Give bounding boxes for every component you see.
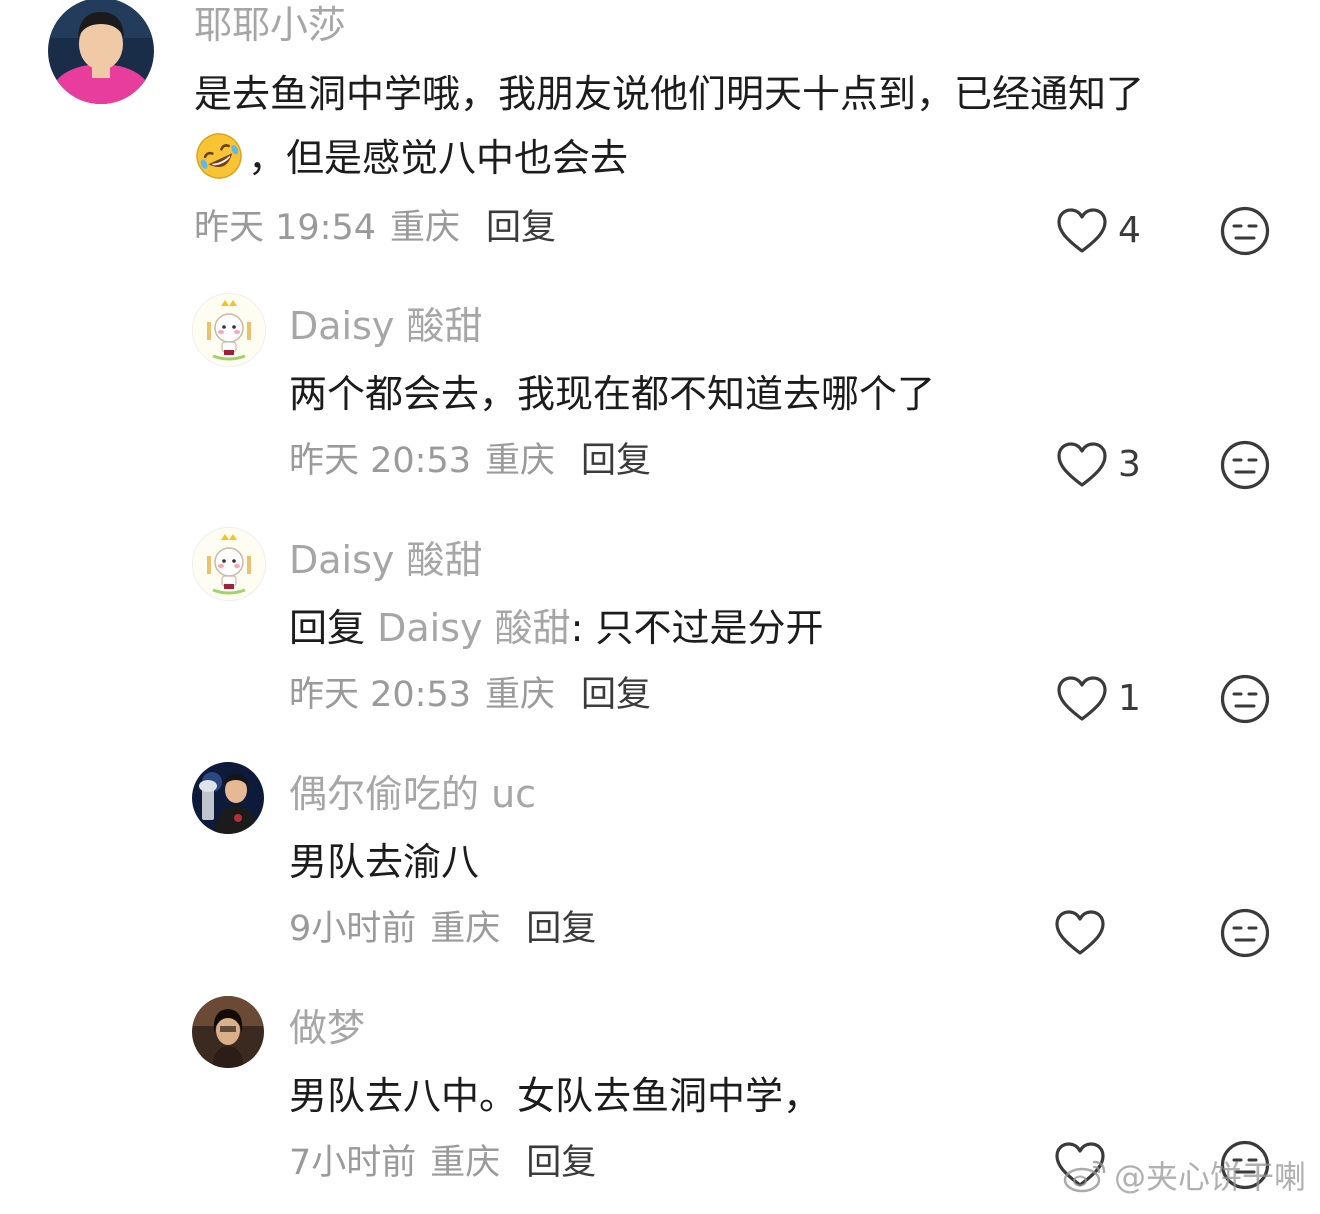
timestamp: 9小时前 <box>289 909 417 949</box>
comment-meta: 7小时前 重庆 回复 <box>289 1146 596 1181</box>
username[interactable]: 耶耶小莎 <box>194 6 346 44</box>
comment-meta: 9小时前 重庆 回复 <box>289 912 596 947</box>
reply-target-username[interactable]: Daisy 酸甜 <box>377 606 570 650</box>
avatar[interactable] <box>192 762 264 834</box>
heart-outline-icon <box>1055 910 1105 955</box>
comment-meta: 昨天 20:53 重庆 回复 <box>289 444 651 479</box>
neutral-face-icon <box>1220 206 1270 256</box>
like-count: 3 <box>1118 444 1141 485</box>
heart-outline-icon <box>1057 208 1107 253</box>
like-button[interactable]: 3 <box>1056 441 1141 489</box>
location: 重庆 <box>390 208 461 248</box>
comment-text: 男队去渝八 <box>289 840 480 884</box>
location: 重庆 <box>430 1143 501 1183</box>
like-button[interactable]: 4 <box>1056 207 1141 255</box>
dislike-button[interactable] <box>1219 907 1271 959</box>
reply-text: : 只不过是分开 <box>570 606 824 650</box>
location: 重庆 <box>485 441 556 481</box>
comment-text: 男队去八中。女队去鱼洞中学， <box>289 1074 822 1118</box>
reply-button[interactable]: 回复 <box>581 441 651 481</box>
heart-outline-icon <box>1057 442 1107 487</box>
comment-meta: 昨天 20:53 重庆 回复 <box>289 678 651 713</box>
comment-text-line: ，但是感觉八中也会去 <box>194 126 1144 190</box>
username[interactable]: 做梦 <box>289 1009 365 1047</box>
reply-button[interactable]: 回复 <box>526 1143 596 1183</box>
like-button[interactable]: 1 <box>1056 675 1141 723</box>
location: 重庆 <box>485 675 556 715</box>
heart-outline-icon <box>1057 676 1107 721</box>
avatar[interactable] <box>192 527 266 601</box>
rofl-emoji-icon <box>194 131 244 181</box>
reply-button[interactable]: 回复 <box>486 208 556 248</box>
comment-text: 两个都会去，我现在都不知道去哪个了 <box>289 372 936 416</box>
reply-prefix: 回复 <box>289 606 378 650</box>
like-count: 1 <box>1118 678 1141 719</box>
like-count: 4 <box>1118 210 1141 251</box>
timestamp: 昨天 19:54 <box>194 208 376 248</box>
reply-item: Daisy 酸甜 回复 Daisy 酸甜: 只不过是分开 昨天 20:53 重庆回… <box>0 524 1320 744</box>
watermark-text: @夹心饼干喇 <box>1113 1158 1306 1196</box>
avatar[interactable] <box>192 996 264 1068</box>
reply-item: 偶尔偷吃的 uc 男队去渝八 9小时前 重庆 回复 <box>0 758 1320 978</box>
comment-text-line: 是去鱼洞中学哦，我朋友说他们明天十点到，已经通知了 <box>194 72 1145 116</box>
comment-meta: 昨天 19:54 重庆 回复 <box>194 211 556 246</box>
reply-button[interactable]: 回复 <box>526 909 596 949</box>
avatar[interactable] <box>192 293 266 367</box>
dislike-button[interactable] <box>1219 205 1271 257</box>
username[interactable]: Daisy 酸甜 <box>289 307 482 345</box>
like-button[interactable] <box>1054 909 1116 957</box>
reply-button[interactable]: 回复 <box>581 675 651 715</box>
username[interactable]: 偶尔偷吃的 uc <box>289 775 536 813</box>
comment-item: 耶耶小莎 是去鱼洞中学哦，我朋友说他们明天十点到，已经通知了 ，但是感觉八中也会… <box>0 0 1320 270</box>
weibo-logo-icon <box>1063 1160 1106 1193</box>
timestamp: 7小时前 <box>289 1143 417 1183</box>
dislike-button[interactable] <box>1219 439 1271 491</box>
timestamp: 昨天 20:53 <box>289 675 471 715</box>
avatar[interactable] <box>48 0 154 104</box>
neutral-face-icon <box>1220 674 1270 724</box>
username[interactable]: Daisy 酸甜 <box>289 541 482 579</box>
location: 重庆 <box>430 909 501 949</box>
timestamp: 昨天 20:53 <box>289 441 471 481</box>
comment-text: 回复 Daisy 酸甜: 只不过是分开 <box>289 596 823 660</box>
watermark: @夹心饼干喇 <box>1062 1152 1306 1198</box>
comment-text: 是去鱼洞中学哦，我朋友说他们明天十点到，已经通知了 ，但是感觉八中也会去 <box>194 62 1144 190</box>
reply-item: Daisy 酸甜 两个都会去，我现在都不知道去哪个了 昨天 20:53 重庆 回复 … <box>0 290 1320 510</box>
neutral-face-icon <box>1220 440 1270 490</box>
dislike-button[interactable] <box>1219 673 1271 725</box>
neutral-face-icon <box>1220 908 1270 958</box>
